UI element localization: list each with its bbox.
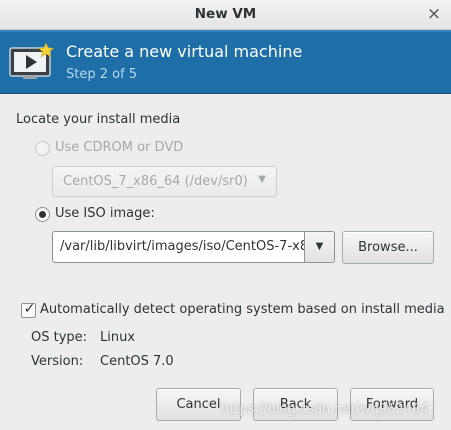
cdrom-device-select[interactable]: CentOS_7_x86_64 (/dev/sr0) ▼ [52,166,277,197]
cdrom-device-value: CentOS_7_x86_64 (/dev/sr0) [63,174,248,189]
iso-path-value: /var/lib/libvirt/images/iso/CentOS-7-x86… [60,239,304,254]
wizard-title: Create a new virtual machine [66,42,303,61]
iso-radio[interactable] [35,207,50,222]
auto-detect-label: Automatically detect operating system ba… [40,302,445,317]
wizard-header: Create a new virtual machine Step 2 of 5 [0,30,451,94]
chevron-down-icon: ▼ [258,174,266,185]
title-bar[interactable]: New VM × [0,0,451,30]
version-value: CentOS 7.0 [100,354,174,369]
wizard-step: Step 2 of 5 [66,67,138,82]
iso-history-dropdown[interactable]: ▼ [304,231,335,263]
section-label: Locate your install media [16,112,181,127]
cdrom-radio-label: Use CDROM or DVD [55,140,184,155]
os-type-label: OS type: [31,330,88,345]
virtual-machine-icon [9,42,55,79]
close-icon[interactable]: × [423,4,445,26]
watermark: https://blog.csdn.net/wq962464 [221,402,429,417]
os-type-value: Linux [100,330,136,345]
iso-radio-label: Use ISO image: [55,206,155,221]
iso-path-input[interactable]: /var/lib/libvirt/images/iso/CentOS-7-x86… [52,231,304,263]
chevron-down-icon: ▼ [315,241,324,252]
new-vm-dialog: New VM × Create a new virtual machine St… [0,0,451,430]
window-title: New VM [194,6,257,22]
auto-detect-checkbox[interactable]: ✓ [21,301,36,318]
version-label: Version: [31,354,84,369]
checkmark-icon: ✓ [23,301,36,317]
browse-button[interactable]: Browse... [342,231,434,264]
cdrom-radio[interactable] [35,141,50,156]
